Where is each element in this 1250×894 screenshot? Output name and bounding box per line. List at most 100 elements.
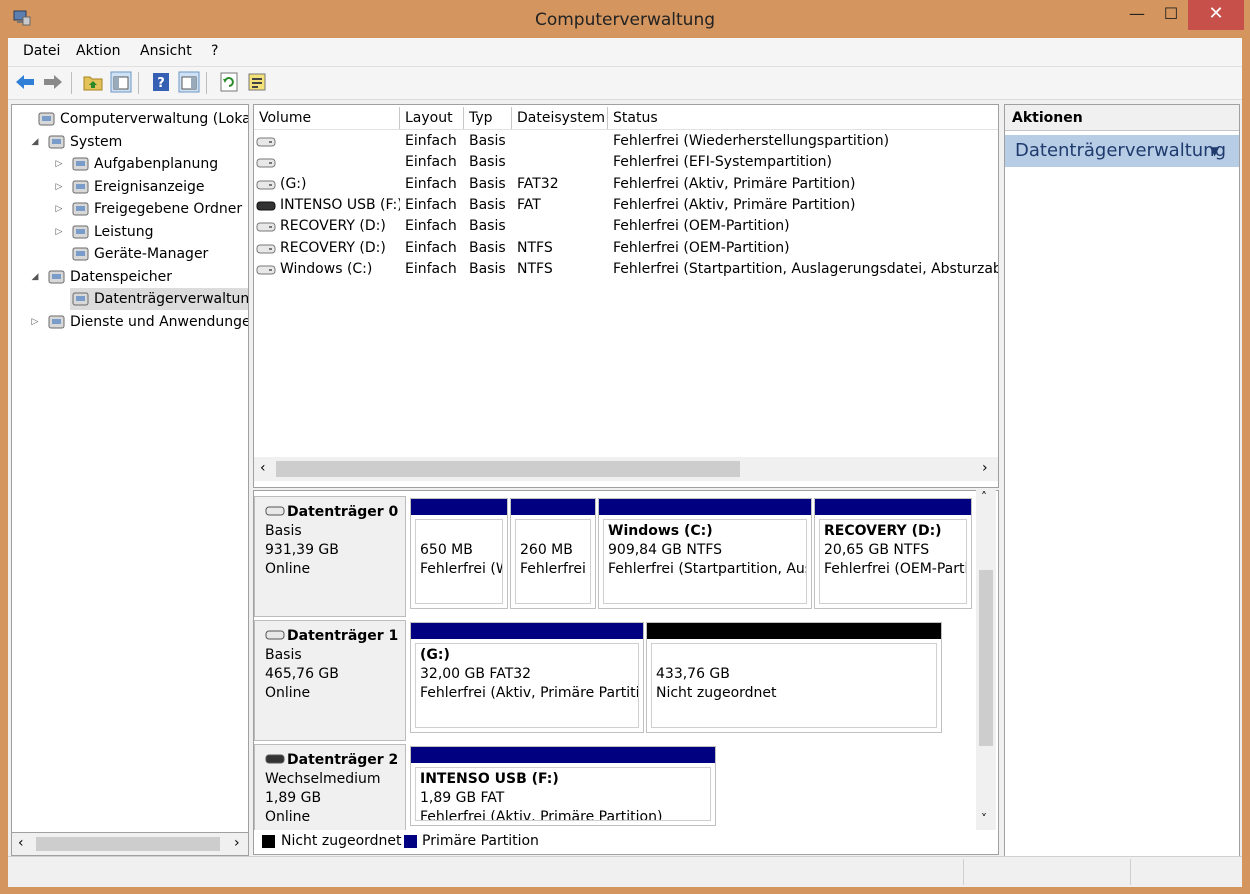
- legend-label-primary: Primäre Partition: [422, 833, 539, 849]
- disk-label[interactable]: Datenträger 2 Wechselmedium 1,89 GB Online: [254, 744, 406, 831]
- volume-cell-status: Fehlerfrei (Aktiv, Primäre Partition): [613, 175, 856, 192]
- properties-icon[interactable]: [246, 71, 268, 93]
- column-header-typ[interactable]: Typ: [464, 107, 512, 129]
- partition-title: (G:): [420, 647, 450, 663]
- column-header-status[interactable]: Status: [608, 107, 998, 129]
- tree-item-2[interactable]: ▷ Aufgabenplanung: [56, 153, 248, 175]
- partition-block[interactable]: 433,76 GB Nicht zugeordnet: [646, 622, 942, 733]
- volume-row[interactable]: (G:) Einfach Basis FAT32 Fehlerfrei (Aktiv, …: [254, 174, 998, 195]
- partition-details: INTENSO USB (F:) 1,89 GB FAT Fehlerfrei (A…: [415, 767, 711, 821]
- tree-item-4[interactable]: ▷ Freigegebene Ordner: [56, 198, 248, 220]
- volume-row[interactable]: RECOVERY (D:) Einfach Basis Fehlerfrei (OEM…: [254, 216, 998, 237]
- console-tree-icon[interactable]: [110, 71, 132, 93]
- volume-row[interactable]: Windows (C:) Einfach Basis NTFS Fehlerfrei (…: [254, 259, 998, 280]
- partition-header-bar: [411, 747, 715, 763]
- tree-item-5[interactable]: ▷ Leistung: [56, 221, 248, 243]
- volume-row[interactable]: RECOVERY (D:) Einfach Basis NTFS Fehlerfrei …: [254, 238, 998, 259]
- scroll-down-icon[interactable]: ˅: [981, 812, 987, 826]
- tree-item-0[interactable]: Computerverwaltung (Lokal): [36, 108, 248, 130]
- partition-header-bar: [815, 499, 971, 515]
- column-header-layout[interactable]: Layout: [400, 107, 464, 129]
- folder-up-icon[interactable]: [82, 71, 104, 93]
- expand-arrow-icon[interactable]: ▷: [54, 176, 64, 198]
- scroll-right-icon[interactable]: ›: [982, 460, 988, 476]
- column-header-volume[interactable]: Volume: [254, 107, 400, 129]
- partition-line2: Nicht zugeordnet: [656, 685, 777, 701]
- menu-help[interactable]: ?: [211, 43, 218, 59]
- volume-row[interactable]: INTENSO USB (F:) Einfach Basis FAT Fehlerfre…: [254, 195, 998, 216]
- scroll-right-icon[interactable]: ›: [234, 835, 240, 851]
- expand-arrow-icon[interactable]: ▷: [54, 198, 64, 220]
- tree-item-6[interactable]: Geräte-Manager: [70, 243, 248, 265]
- disk-label[interactable]: Datenträger 0 Basis 931,39 GB Online: [254, 496, 406, 617]
- toolbar-separator: [138, 72, 139, 94]
- tree-item-7[interactable]: ◢ Datenspeicher: [32, 266, 248, 288]
- partition-line2: Fehlerfrei (Startpartition, Ausla: [608, 561, 807, 577]
- tree-item-label: Aufgabenplanung: [94, 156, 219, 172]
- maximize-button[interactable]: ☐: [1154, 0, 1188, 30]
- actions-item-label: Datenträgerverwaltung: [1015, 140, 1226, 161]
- refresh-icon[interactable]: [218, 71, 240, 93]
- partition-block[interactable]: Windows (C:) 909,84 GB NTFS Fehlerfrei (St…: [598, 498, 812, 609]
- partition-block[interactable]: 650 MB Fehlerfrei (W: [410, 498, 508, 609]
- scroll-left-icon[interactable]: ‹: [260, 460, 266, 476]
- partition-details: 433,76 GB Nicht zugeordnet: [651, 643, 937, 728]
- expand-arrow-icon[interactable]: ▷: [30, 311, 40, 333]
- tree-item-label: Dienste und Anwendungen: [70, 313, 249, 330]
- tree-item-label: Freigegebene Ordner: [94, 201, 243, 217]
- partition-block[interactable]: INTENSO USB (F:) 1,89 GB FAT Fehlerfrei (A…: [410, 746, 716, 826]
- actions-header: Aktionen: [1005, 105, 1239, 131]
- disk-name-text: Datenträger 1: [287, 628, 399, 644]
- services-icon: [48, 315, 65, 328]
- legend-label-unallocated: Nicht zugeordnet: [281, 833, 402, 849]
- scroll-thumb[interactable]: [36, 837, 220, 851]
- disk-size: 931,39 GB: [265, 542, 339, 558]
- tree-item-3[interactable]: ▷ Ereignisanzeige: [56, 176, 248, 198]
- menu-aktion[interactable]: Aktion: [76, 43, 121, 59]
- actions-item-datentraegerverwaltung[interactable]: Datenträgerverwaltung ▼: [1005, 135, 1239, 167]
- system-tools-icon: [48, 135, 65, 148]
- partition-block[interactable]: (G:) 32,00 GB FAT32 Fehlerfrei (Aktiv, Pri…: [410, 622, 644, 733]
- tree-horizontal-scrollbar[interactable]: ‹ ›: [11, 832, 249, 856]
- partition-header-bar: [411, 499, 507, 515]
- collapse-arrow-icon[interactable]: ◢: [30, 266, 40, 288]
- title-bar: Computerverwaltung — ☐ ✕: [0, 0, 1250, 38]
- forward-arrow-icon[interactable]: [42, 71, 64, 93]
- partition-title: Windows (C:): [608, 523, 713, 539]
- scroll-thumb[interactable]: [979, 570, 993, 746]
- back-arrow-icon[interactable]: [14, 71, 36, 93]
- svg-text:?: ?: [157, 76, 165, 91]
- volume-row[interactable]: Einfach Basis Fehlerfrei (EFI-Systempartit…: [254, 152, 998, 173]
- partition-block[interactable]: 260 MB Fehlerfrei (: [510, 498, 596, 609]
- expand-arrow-icon[interactable]: ▷: [54, 221, 64, 243]
- menu-datei[interactable]: Datei: [23, 43, 60, 59]
- close-button[interactable]: ✕: [1188, 0, 1244, 30]
- action-pane-icon[interactable]: [178, 71, 200, 93]
- column-header-dateisystem[interactable]: Dateisystem: [512, 107, 608, 129]
- volume-cell-status: Fehlerfrei (EFI-Systempartition): [613, 154, 832, 171]
- help-icon[interactable]: ?: [150, 71, 172, 93]
- disk-vertical-scrollbar[interactable]: ˄ ˅: [976, 490, 996, 830]
- volume-horizontal-scrollbar[interactable]: ‹ ›: [254, 457, 998, 481]
- menu-ansicht[interactable]: Ansicht: [140, 43, 192, 59]
- scroll-up-icon[interactable]: ˄: [981, 490, 987, 504]
- partition-block[interactable]: RECOVERY (D:) 20,65 GB NTFS Fehlerfrei (OE…: [814, 498, 972, 609]
- partition-details: 650 MB Fehlerfrei (W: [415, 519, 503, 604]
- disk-label[interactable]: Datenträger 1 Basis 465,76 GB Online: [254, 620, 406, 741]
- partition-line2: Fehlerfrei (Aktiv, Primäre Partition: [420, 685, 639, 701]
- volume-row[interactable]: Einfach Basis Fehlerfrei (Wiederherstellun…: [254, 131, 998, 152]
- partition-title: INTENSO USB (F:): [420, 771, 559, 787]
- scroll-left-icon[interactable]: ‹: [18, 835, 24, 851]
- minimize-button[interactable]: —: [1120, 0, 1154, 30]
- tree-item-1[interactable]: ◢ System: [32, 131, 248, 153]
- partition-line1: 433,76 GB: [656, 666, 730, 682]
- tree-item-8[interactable]: Datenträgerverwaltung: [70, 288, 248, 310]
- scroll-thumb[interactable]: [276, 461, 740, 477]
- partition-line1: 909,84 GB NTFS: [608, 542, 723, 558]
- collapse-arrow-icon[interactable]: ◢: [30, 131, 40, 153]
- chevron-down-icon[interactable]: ▼: [1210, 135, 1219, 167]
- volume-cell-layout: Einfach: [405, 196, 457, 213]
- tree-item-9[interactable]: ▷ Dienste und Anwendungen: [32, 311, 249, 333]
- expand-arrow-icon[interactable]: ▷: [54, 153, 64, 175]
- volume-cell-layout: Einfach: [405, 218, 457, 235]
